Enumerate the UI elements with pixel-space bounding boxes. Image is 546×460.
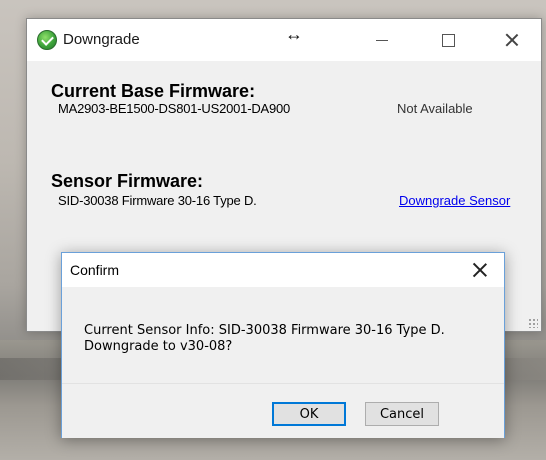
sensor-firmware-heading: Sensor Firmware: <box>51 171 204 191</box>
resize-grip-icon[interactable] <box>528 318 538 328</box>
sensor-firmware-value: SID-30038 Firmware 30-16 Type D. <box>58 193 257 208</box>
resize-arrow-icon: ↔ <box>285 24 303 44</box>
app-globe-icon <box>37 30 57 50</box>
cancel-button[interactable]: Cancel <box>365 402 439 426</box>
close-icon <box>505 33 519 47</box>
minimize-button[interactable] <box>359 19 405 61</box>
window-title: Downgrade <box>63 31 140 48</box>
dialog-message: Current Sensor Info: SID-30038 Firmware … <box>84 323 494 355</box>
maximize-button[interactable] <box>425 19 471 61</box>
close-button[interactable] <box>489 19 535 61</box>
window-titlebar[interactable]: Downgrade ↔ <box>27 19 541 61</box>
dialog-titlebar[interactable]: Confirm <box>62 253 504 287</box>
dialog-message-line1: Current Sensor Info: SID-30038 Firmware … <box>84 323 445 338</box>
base-firmware-status: Not Available <box>397 101 473 116</box>
dialog-close-icon[interactable] <box>472 262 488 278</box>
downgrade-sensor-link[interactable]: Downgrade Sensor <box>399 193 510 208</box>
minimize-icon <box>376 39 388 41</box>
ok-button[interactable]: OK <box>272 402 346 426</box>
maximize-icon <box>441 33 455 47</box>
current-base-firmware-heading: Current Base Firmware: <box>51 81 256 101</box>
confirm-dialog: Confirm Current Sensor Info: SID-30038 F… <box>61 252 505 438</box>
dialog-footer: OK Cancel <box>62 383 504 438</box>
current-base-firmware-value: MA2903-BE1500-DS801-US2001-DA900 <box>58 101 291 116</box>
dialog-message-line2: Downgrade to v30-08? <box>84 339 233 354</box>
dialog-title: Confirm <box>70 262 120 278</box>
